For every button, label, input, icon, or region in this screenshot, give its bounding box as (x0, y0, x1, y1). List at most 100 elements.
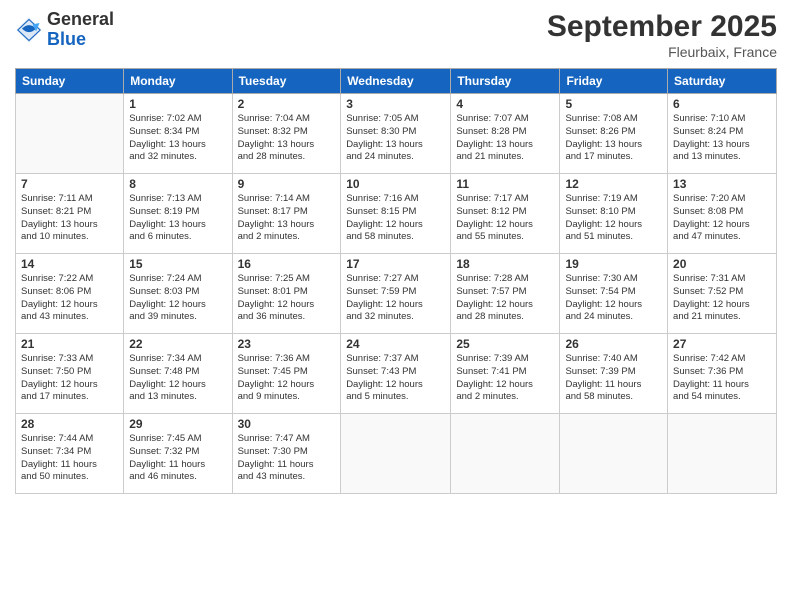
col-saturday: Saturday (668, 69, 777, 94)
table-cell: 5Sunrise: 7:08 AMSunset: 8:26 PMDaylight… (560, 94, 668, 174)
day-info: Sunrise: 7:33 AMSunset: 7:50 PMDaylight:… (21, 353, 118, 404)
logo-text: General Blue (47, 10, 114, 50)
day-info: Sunrise: 7:36 AMSunset: 7:45 PMDaylight:… (238, 353, 336, 404)
day-info: Sunrise: 7:19 AMSunset: 8:10 PMDaylight:… (565, 193, 662, 244)
day-info: Sunrise: 7:24 AMSunset: 8:03 PMDaylight:… (129, 273, 226, 324)
logo-general: General (47, 9, 114, 29)
day-number: 13 (673, 177, 771, 191)
table-cell: 17 Sunrise: 7:27 AMSunset: 7:59 PMDayligh… (341, 254, 451, 334)
table-cell: 15 Sunrise: 7:24 AMSunset: 8:03 PMDayligh… (124, 254, 232, 334)
table-cell: 7 Sunrise: 7:11 AMSunset: 8:21 PMDaylight… (16, 174, 124, 254)
table-cell: 16 Sunrise: 7:25 AMSunset: 8:01 PMDayligh… (232, 254, 341, 334)
day-info: Sunrise: 7:47 AMSunset: 7:30 PMDaylight:… (238, 433, 336, 484)
table-cell: 3Sunrise: 7:05 AMSunset: 8:30 PMDaylight… (341, 94, 451, 174)
day-number: 12 (565, 177, 662, 191)
day-number: 7 (21, 177, 118, 191)
col-tuesday: Tuesday (232, 69, 341, 94)
day-info: Sunrise: 7:08 AMSunset: 8:26 PMDaylight:… (565, 113, 662, 164)
day-number: 28 (21, 417, 118, 431)
header: General Blue September 2025 Fleurbaix, F… (15, 10, 777, 60)
table-cell: 10Sunrise: 7:16 AMSunset: 8:15 PMDayligh… (341, 174, 451, 254)
day-number: 11 (456, 177, 554, 191)
day-number: 2 (238, 97, 336, 111)
day-number: 30 (238, 417, 336, 431)
day-number: 16 (238, 257, 336, 271)
day-number: 25 (456, 337, 554, 351)
table-cell: 9 Sunrise: 7:14 AMSunset: 8:17 PMDaylight… (232, 174, 341, 254)
day-number: 21 (21, 337, 118, 351)
day-info: Sunrise: 7:22 AMSunset: 8:06 PMDaylight:… (21, 273, 118, 324)
table-cell (560, 414, 668, 494)
table-cell: 26 Sunrise: 7:40 AMSunset: 7:39 PMDayligh… (560, 334, 668, 414)
table-cell: 28 Sunrise: 7:44 AMSunset: 7:34 PMDayligh… (16, 414, 124, 494)
col-monday: Monday (124, 69, 232, 94)
day-number: 8 (129, 177, 226, 191)
logo-blue: Blue (47, 29, 86, 49)
day-info: Sunrise: 7:14 AMSunset: 8:17 PMDaylight:… (238, 193, 336, 244)
table-cell (668, 414, 777, 494)
col-thursday: Thursday (451, 69, 560, 94)
table-cell: 20 Sunrise: 7:31 AMSunset: 7:52 PMDayligh… (668, 254, 777, 334)
day-number: 22 (129, 337, 226, 351)
day-info: Sunrise: 7:30 AMSunset: 7:54 PMDaylight:… (565, 273, 662, 324)
table-cell: 4Sunrise: 7:07 AMSunset: 8:28 PMDaylight… (451, 94, 560, 174)
page: General Blue September 2025 Fleurbaix, F… (0, 0, 792, 612)
title-block: September 2025 Fleurbaix, France (547, 10, 777, 60)
calendar-week-row: 14 Sunrise: 7:22 AMSunset: 8:06 PMDayligh… (16, 254, 777, 334)
calendar-week-row: 7 Sunrise: 7:11 AMSunset: 8:21 PMDaylight… (16, 174, 777, 254)
table-cell: 2 Sunrise: 7:04 AMSunset: 8:32 PMDaylight… (232, 94, 341, 174)
day-info: Sunrise: 7:20 AMSunset: 8:08 PMDaylight:… (673, 193, 771, 244)
table-cell: 13 Sunrise: 7:20 AMSunset: 8:08 PMDayligh… (668, 174, 777, 254)
day-number: 17 (346, 257, 445, 271)
table-cell: 27Sunrise: 7:42 AMSunset: 7:36 PMDayligh… (668, 334, 777, 414)
day-number: 6 (673, 97, 771, 111)
day-number: 23 (238, 337, 336, 351)
table-cell: 1Sunrise: 7:02 AMSunset: 8:34 PMDaylight… (124, 94, 232, 174)
day-number: 18 (456, 257, 554, 271)
month-title: September 2025 (547, 10, 777, 44)
day-info: Sunrise: 7:11 AMSunset: 8:21 PMDaylight:… (21, 193, 118, 244)
calendar-week-row: 28 Sunrise: 7:44 AMSunset: 7:34 PMDayligh… (16, 414, 777, 494)
table-cell (16, 94, 124, 174)
col-wednesday: Wednesday (341, 69, 451, 94)
day-number: 15 (129, 257, 226, 271)
calendar-week-row: 21 Sunrise: 7:33 AMSunset: 7:50 PMDayligh… (16, 334, 777, 414)
table-cell: 22Sunrise: 7:34 AMSunset: 7:48 PMDayligh… (124, 334, 232, 414)
day-info: Sunrise: 7:45 AMSunset: 7:32 PMDaylight:… (129, 433, 226, 484)
day-info: Sunrise: 7:16 AMSunset: 8:15 PMDaylight:… (346, 193, 445, 244)
day-info: Sunrise: 7:25 AMSunset: 8:01 PMDaylight:… (238, 273, 336, 324)
day-number: 27 (673, 337, 771, 351)
day-number: 26 (565, 337, 662, 351)
calendar: Sunday Monday Tuesday Wednesday Thursday… (15, 68, 777, 494)
table-cell: 30 Sunrise: 7:47 AMSunset: 7:30 PMDayligh… (232, 414, 341, 494)
table-cell: 29 Sunrise: 7:45 AMSunset: 7:32 PMDayligh… (124, 414, 232, 494)
table-cell: 6Sunrise: 7:10 AMSunset: 8:24 PMDaylight… (668, 94, 777, 174)
table-cell (451, 414, 560, 494)
table-cell: 23 Sunrise: 7:36 AMSunset: 7:45 PMDayligh… (232, 334, 341, 414)
logo: General Blue (15, 10, 114, 50)
table-cell: 8Sunrise: 7:13 AMSunset: 8:19 PMDaylight… (124, 174, 232, 254)
col-friday: Friday (560, 69, 668, 94)
calendar-week-row: 1Sunrise: 7:02 AMSunset: 8:34 PMDaylight… (16, 94, 777, 174)
day-info: Sunrise: 7:39 AMSunset: 7:41 PMDaylight:… (456, 353, 554, 404)
table-cell: 18Sunrise: 7:28 AMSunset: 7:57 PMDayligh… (451, 254, 560, 334)
day-number: 9 (238, 177, 336, 191)
day-number: 19 (565, 257, 662, 271)
day-number: 29 (129, 417, 226, 431)
location: Fleurbaix, France (547, 44, 777, 60)
day-info: Sunrise: 7:44 AMSunset: 7:34 PMDaylight:… (21, 433, 118, 484)
day-number: 14 (21, 257, 118, 271)
day-number: 24 (346, 337, 445, 351)
day-number: 3 (346, 97, 445, 111)
day-info: Sunrise: 7:04 AMSunset: 8:32 PMDaylight:… (238, 113, 336, 164)
table-cell: 24Sunrise: 7:37 AMSunset: 7:43 PMDayligh… (341, 334, 451, 414)
day-info: Sunrise: 7:40 AMSunset: 7:39 PMDaylight:… (565, 353, 662, 404)
col-sunday: Sunday (16, 69, 124, 94)
table-cell: 14 Sunrise: 7:22 AMSunset: 8:06 PMDayligh… (16, 254, 124, 334)
day-info: Sunrise: 7:31 AMSunset: 7:52 PMDaylight:… (673, 273, 771, 324)
day-info: Sunrise: 7:17 AMSunset: 8:12 PMDaylight:… (456, 193, 554, 244)
day-number: 20 (673, 257, 771, 271)
logo-icon (15, 16, 43, 44)
day-info: Sunrise: 7:02 AMSunset: 8:34 PMDaylight:… (129, 113, 226, 164)
day-info: Sunrise: 7:27 AMSunset: 7:59 PMDaylight:… (346, 273, 445, 324)
